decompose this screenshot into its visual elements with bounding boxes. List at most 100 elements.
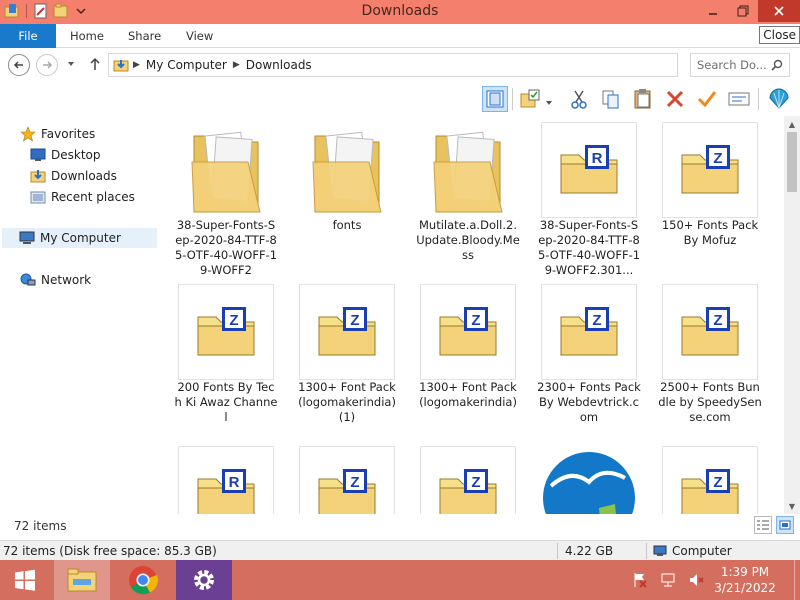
address-bar[interactable]: ▶ My Computer ▶ Downloads (108, 53, 678, 77)
recent-places-icon (30, 189, 46, 205)
large-icons-view-icon[interactable] (776, 516, 794, 534)
network-icon (20, 272, 36, 288)
ribbon-tabs: File Home Share View (0, 24, 800, 48)
search-input[interactable]: Search Do... (690, 53, 790, 77)
rename-check-icon[interactable] (694, 86, 720, 112)
address-row: ▶ My Computer ▶ Downloads Search Do... (0, 49, 800, 81)
nav-recent-places-label: Recent places (51, 190, 135, 204)
window-title: Downloads (361, 3, 439, 19)
zip-archive-icon: Z (420, 446, 516, 514)
file-item[interactable]: fonts (285, 116, 395, 276)
file-name: 2300+ Fonts Pack By Webdevtrick.com (537, 380, 641, 424)
back-button[interactable] (8, 54, 30, 76)
crumb-separator-icon[interactable]: ▶ (233, 60, 240, 70)
search-icon (771, 59, 783, 74)
status-location: Computer (653, 543, 732, 559)
tab-share[interactable]: Share (118, 24, 171, 48)
svg-text:Z: Z (471, 474, 480, 491)
nav-my-computer[interactable]: My Computer (2, 228, 157, 248)
downloads-folder-icon (113, 57, 129, 73)
file-item[interactable]: Z 150+ Fonts Pack By Mofuz (648, 116, 758, 276)
clock[interactable]: 1:39 PM 3/21/2022 (710, 564, 780, 596)
file-item[interactable] (527, 440, 637, 514)
vertical-scrollbar[interactable]: ▲ ▼ (784, 116, 800, 514)
file-item[interactable]: R (164, 440, 274, 514)
nav-downloads[interactable]: Downloads (30, 166, 117, 186)
recent-locations-dropdown[interactable] (66, 58, 76, 72)
zip-archive-icon: Z (178, 284, 274, 380)
zip-archive-icon: Z (420, 284, 516, 380)
svg-text:R: R (592, 150, 603, 167)
forward-button[interactable] (36, 54, 58, 76)
computer-icon (19, 230, 35, 246)
svg-text:Z: Z (229, 312, 238, 329)
status-summary: 72 items (Disk free space: 85.3 GB) (3, 544, 217, 558)
up-button[interactable] (88, 57, 102, 74)
properties-toolbar-icon[interactable] (726, 86, 752, 112)
nav-recent-places[interactable]: Recent places (30, 187, 135, 207)
file-item[interactable]: R 38-Super-Fonts-Sep-2020-84-TTF-85-OTF-4… (527, 116, 640, 277)
scroll-thumb[interactable] (787, 132, 797, 192)
explorer-window: Downloads File Home Share View Close ▶ M… (0, 0, 800, 560)
command-toolbar (0, 82, 800, 116)
title-bar[interactable]: Downloads (0, 0, 800, 24)
status-size: 4.22 GB (565, 544, 614, 558)
tab-file[interactable]: File (0, 24, 56, 48)
nav-desktop[interactable]: Desktop (30, 145, 101, 165)
network-tray-icon[interactable] (659, 571, 677, 589)
taskbar-file-explorer[interactable] (54, 560, 110, 600)
file-item[interactable]: Mutilate.a.Doll.2.Update.Bloody.Mess (406, 116, 520, 276)
crumb-separator-icon[interactable]: ▶ (133, 60, 140, 70)
minimize-button[interactable] (698, 0, 728, 22)
tab-view[interactable]: View (176, 24, 223, 48)
details-view-icon[interactable] (754, 516, 772, 534)
breadcrumb-my-computer[interactable]: My Computer (146, 58, 227, 72)
options-dropdown[interactable] (545, 96, 553, 110)
close-button[interactable] (758, 0, 800, 22)
file-item[interactable]: Z 2500+ Fonts Bundle by SpeedySense.com (648, 278, 762, 438)
nav-network[interactable]: Network (20, 270, 91, 290)
view-buttons (754, 516, 794, 534)
chevron-down-icon (68, 62, 74, 66)
file-item[interactable]: Z (285, 440, 395, 514)
cut-icon[interactable] (566, 86, 592, 112)
svg-text:R: R (229, 474, 240, 491)
star-icon (20, 126, 36, 142)
status-location-label: Computer (672, 544, 732, 558)
file-item[interactable]: Z (648, 440, 758, 514)
file-item[interactable]: Z 1300+ Font Pack (logomakerindia) (406, 278, 517, 438)
file-item[interactable]: Z 1300+ Font Pack (logomakerindia) (1) (285, 278, 396, 438)
file-item[interactable]: Z 2300+ Fonts Pack By Webdevtrick.com (527, 278, 641, 438)
folder-icon (420, 122, 516, 218)
nav-favorites[interactable]: Favorites (20, 124, 95, 144)
file-item[interactable]: Z (406, 440, 516, 514)
tab-home[interactable]: Home (60, 24, 114, 48)
windows-logo-icon (15, 569, 35, 591)
scroll-down-icon[interactable]: ▼ (784, 498, 800, 514)
zip-archive-icon: Z (662, 122, 758, 218)
scroll-up-icon[interactable]: ▲ (784, 116, 800, 132)
file-item[interactable]: 38-Super-Fonts-Sep-2020-84-TTF-85-OTF-40… (164, 116, 277, 277)
file-explorer-icon (67, 568, 97, 592)
zip-archive-icon: Z (662, 446, 758, 514)
show-desktop-button[interactable] (794, 560, 800, 600)
restore-button[interactable] (728, 0, 758, 22)
window-controls (698, 0, 800, 24)
taskbar-chrome[interactable] (115, 560, 171, 600)
paste-icon[interactable] (630, 86, 656, 112)
action-center-flag-icon[interactable] (631, 571, 649, 589)
breadcrumb-downloads[interactable]: Downloads (246, 58, 312, 72)
start-button[interactable] (0, 560, 50, 600)
zip-archive-icon: Z (662, 284, 758, 380)
svg-text:Z: Z (350, 312, 359, 329)
folder-options-icon[interactable] (518, 86, 544, 112)
delete-icon[interactable] (662, 86, 688, 112)
preview-pane-icon[interactable] (482, 86, 508, 112)
copy-icon[interactable] (598, 86, 624, 112)
taskbar-settings[interactable] (176, 560, 232, 600)
file-name: 2500+ Fonts Bundle by SpeedySense.com (658, 380, 762, 424)
volume-muted-icon[interactable] (687, 571, 705, 589)
close-icon (774, 6, 784, 16)
file-item[interactable]: Z 200 Fonts By Tech Ki Awaz Channel (164, 278, 277, 438)
shell-icon[interactable] (766, 86, 792, 112)
